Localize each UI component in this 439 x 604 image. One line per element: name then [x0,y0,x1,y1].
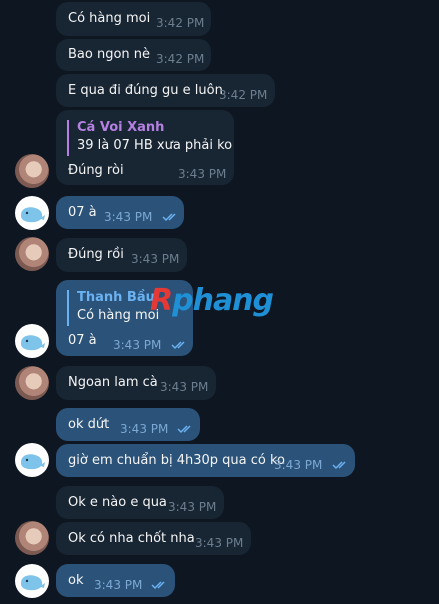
message-bubble-outgoing[interactable]: 07 à 3:43 PM [56,196,184,229]
message-time: 3:42 PM [219,88,268,102]
message-time: 3:43 PM [274,458,323,472]
contact-avatar[interactable] [15,521,49,555]
message-text: 07 à [68,333,97,348]
message-time: 3:43 PM [94,578,143,592]
whale-icon [21,454,45,470]
message-text: ok [68,573,84,588]
reply-author: Cá Voi Xanh [77,120,165,135]
message-text: Ngoan lam cà [68,375,158,390]
message-bubble-incoming[interactable]: Ok e nào e qua 3:43 PM [56,486,224,519]
contact-avatar[interactable] [15,237,49,271]
message-time: 3:43 PM [160,380,209,394]
message-time: 3:42 PM [156,52,205,66]
read-checkmarks-icon [177,425,191,434]
own-avatar[interactable] [15,443,49,477]
message-text: Ok e nào e qua [68,495,167,510]
message-bubble-incoming[interactable]: Đúng rồi 3:43 PM [56,238,187,272]
message-bubble-outgoing[interactable]: giờ em chuẩn bị 4h30p qua có ko 3:43 PM [56,444,355,477]
whale-icon [21,575,45,591]
reply-quote[interactable]: Cá Voi Xanh 39 là 07 HB xưa phải ko [67,120,232,156]
message-time: 3:43 PM [195,536,244,550]
own-avatar[interactable] [15,196,49,230]
reply-author: Thanh Bầu [77,290,155,305]
message-time: 3:43 PM [168,500,217,514]
message-time: 3:43 PM [178,167,227,181]
message-text: 07 à [68,205,97,220]
message-text: giờ em chuẩn bị 4h30p qua có ko [68,453,285,468]
watermark-logo: Rphang [150,283,274,318]
chat-history[interactable]: Có hàng moi 3:42 PM Bao ngon nè 3:42 PM … [0,0,439,604]
message-bubble-incoming[interactable]: Ok có nha chốt nha 3:43 PM [56,522,251,555]
read-checkmarks-icon [151,581,165,590]
message-text: Có hàng moi [68,11,151,26]
message-bubble-incoming[interactable]: E qua đi đúng gu e luôn 3:42 PM [56,74,275,107]
message-time: 3:43 PM [120,422,169,436]
message-text: E qua đi đúng gu e luôn [68,83,223,98]
whale-icon [21,335,45,351]
reply-text: Có hàng moi [77,308,160,323]
read-checkmarks-icon [332,461,346,470]
read-checkmarks-icon [171,341,185,350]
message-bubble-incoming[interactable]: Cá Voi Xanh 39 là 07 HB xưa phải ko Đúng… [56,110,234,185]
message-text: Đúng rồi [68,247,124,262]
message-time: 3:43 PM [104,210,153,224]
read-checkmarks-icon [162,213,176,222]
own-avatar[interactable] [15,324,49,358]
message-time: 3:43 PM [113,338,162,352]
message-bubble-incoming[interactable]: Có hàng moi 3:42 PM [56,2,211,36]
message-time: 3:42 PM [156,16,205,30]
message-bubble-outgoing[interactable]: ok 3:43 PM [56,564,175,597]
message-bubble-incoming[interactable]: Ngoan lam cà 3:43 PM [56,366,216,400]
message-bubble-incoming[interactable]: Bao ngon nè 3:42 PM [56,39,211,71]
reply-quote[interactable]: Thanh Bầu Có hàng moi [67,290,159,326]
message-text: ok dứt [68,417,110,432]
reply-text: 39 là 07 HB xưa phải ko [77,138,233,153]
message-text: Đúng ròi [68,163,124,178]
message-text: Bao ngon nè [68,47,151,62]
contact-avatar[interactable] [15,154,49,188]
whale-icon [21,207,45,223]
contact-avatar[interactable] [15,366,49,400]
own-avatar[interactable] [15,564,49,598]
message-bubble-outgoing[interactable]: ok dứt 3:43 PM [56,408,200,441]
message-time: 3:43 PM [131,252,180,266]
message-text: Ok có nha chốt nha [68,531,195,546]
